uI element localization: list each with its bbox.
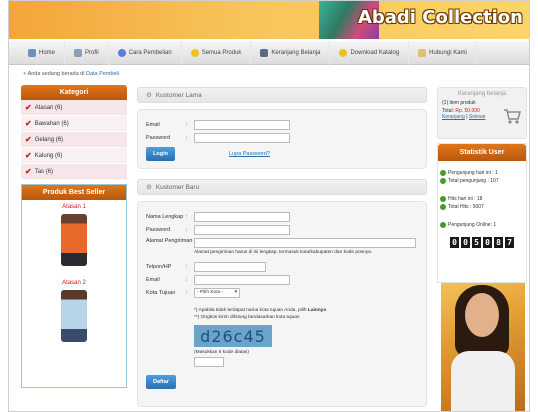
users-icon xyxy=(440,222,446,228)
nav-download-katalog[interactable]: Download Katalog xyxy=(330,40,410,65)
forgot-password-link[interactable]: Lupa Password? xyxy=(229,151,270,157)
category-item[interactable]: ✔ Tas (6) xyxy=(21,164,127,180)
cart-link[interactable]: Keranjang xyxy=(442,114,465,120)
users-icon xyxy=(440,196,446,202)
alamat-label: Alamat Pengiriman xyxy=(146,238,193,244)
checkmark-icon: ✔ xyxy=(25,103,32,112)
checkmark-icon: ✔ xyxy=(25,167,32,176)
help-icon xyxy=(117,48,126,57)
captcha-input[interactable] xyxy=(194,357,224,367)
password-label: Password xyxy=(146,226,171,233)
best-seller-box: Produk Best Seller Atasan 1 Atasan 2 xyxy=(21,184,127,388)
left-sidebar: Kategori ✔ Atasan (6) ✔ Bawahan (6) ✔ Gelan… xyxy=(21,85,127,388)
kategori-header: Kategori xyxy=(21,85,127,100)
checkmark-icon: ✔ xyxy=(25,119,32,128)
right-sidebar: Keranjang belanja (1) item produk Total:… xyxy=(437,87,527,283)
stats-header: Statistik User xyxy=(438,144,526,161)
captcha-image: d26c45 xyxy=(194,325,272,347)
product-name[interactable]: Atasan 2 xyxy=(22,280,126,286)
alamat-input[interactable] xyxy=(194,238,416,248)
visitor-counter: 0 0 5 0 8 7 xyxy=(438,237,526,248)
user-icon: ⚙ xyxy=(146,92,152,99)
best-seller-header: Produk Best Seller xyxy=(22,185,126,200)
chevron-down-icon: ▾ xyxy=(234,290,237,295)
star-icon xyxy=(190,48,199,57)
kustomer-baru-header: ⚙ Kustomer Baru xyxy=(137,179,427,195)
email-label: Email xyxy=(146,276,160,283)
kota-select[interactable]: - Pilih Kota - ▾ xyxy=(194,287,240,298)
users-icon xyxy=(440,170,446,176)
contact-icon xyxy=(418,48,427,57)
captcha-hint: (Masukkan 6 kode diatas) xyxy=(194,350,249,355)
login-panel: Email: Password: Login Lupa Password? xyxy=(137,109,427,169)
shopping-cart-icon xyxy=(504,109,521,124)
register-panel: Nama Lengkap: Password: Alamat Pengirima… xyxy=(137,201,427,407)
kota-label: Kota Tujuan xyxy=(146,289,176,296)
notes: *) Apabila tidak terdapat nama kota tuju… xyxy=(194,308,327,320)
brand-logo: Abadi Collection xyxy=(357,7,523,28)
login-password-input[interactable] xyxy=(194,132,290,143)
email-label: Email xyxy=(146,121,160,128)
product-item[interactable]: Atasan 2 xyxy=(22,276,126,342)
cart-box: Keranjang belanja (1) item produk Total:… xyxy=(437,87,527,139)
bullet-icon: ● xyxy=(23,71,27,77)
product-name[interactable]: Atasan 1 xyxy=(22,204,126,210)
breadcrumb-link[interactable]: Data Pembeli xyxy=(86,71,119,77)
nav-keranjang[interactable]: Keranjang Belanja xyxy=(251,40,331,65)
nav-cara-pembelian[interactable]: Cara Pembelian xyxy=(109,40,182,65)
checkmark-icon: ✔ xyxy=(25,151,32,160)
page: Abadi Collection Home Profil Cara Pembel… xyxy=(8,0,530,412)
binoculars-icon xyxy=(260,48,269,57)
product-item[interactable]: Atasan 1 xyxy=(22,200,126,266)
home-icon xyxy=(28,48,36,57)
breadcrumb: ● Anda sedang berada di Data Pembeli xyxy=(23,71,120,77)
user-icon: ⚙ xyxy=(146,184,152,191)
checkout-link[interactable]: Selesai xyxy=(469,114,485,120)
model-photo xyxy=(441,283,525,411)
header-banner: Abadi Collection xyxy=(9,1,529,39)
users-icon xyxy=(440,178,446,184)
product-image[interactable] xyxy=(61,214,87,266)
main-content: ⚙ Kustomer Lama Email: Password: Login L… xyxy=(137,87,427,407)
nav-semua-produk[interactable]: Semua Produk xyxy=(182,40,252,65)
nama-input[interactable] xyxy=(194,211,290,222)
users-icon xyxy=(440,204,446,210)
main-nav: Home Profil Cara Pembelian Semua Produk … xyxy=(9,40,529,65)
register-email-input[interactable] xyxy=(194,274,290,285)
daftar-button[interactable]: Daftar xyxy=(146,375,176,389)
telpon-label: Telpon/HP xyxy=(146,263,172,270)
nav-home[interactable]: Home xyxy=(19,40,66,65)
category-item[interactable]: ✔ Kalung (6) xyxy=(21,148,127,164)
profile-icon xyxy=(74,48,83,57)
category-list: ✔ Atasan (6) ✔ Bawahan (6) ✔ Gelang (6) ✔ Ka… xyxy=(21,100,127,180)
nav-profil[interactable]: Profil xyxy=(65,40,109,65)
stats-box: Statistik User Pengunjung hari ini : 1 T… xyxy=(437,143,527,283)
register-password-input[interactable] xyxy=(194,224,290,235)
product-image[interactable] xyxy=(61,290,87,342)
password-label: Password xyxy=(146,134,171,141)
login-button[interactable]: Login xyxy=(146,147,175,161)
star-icon xyxy=(339,48,348,57)
cart-title: Keranjang belanja xyxy=(457,91,507,97)
category-item[interactable]: ✔ Gelang (6) xyxy=(21,132,127,148)
alamat-hint: Alamat pengiriman harus di isi lengkap, … xyxy=(194,250,373,255)
telpon-input[interactable] xyxy=(194,261,266,272)
nama-label: Nama Lengkap xyxy=(146,213,184,220)
category-item[interactable]: ✔ Bawahan (6) xyxy=(21,116,127,132)
login-email-input[interactable] xyxy=(194,119,290,130)
kustomer-lama-header: ⚙ Kustomer Lama xyxy=(137,87,427,103)
nav-hubungi-kami[interactable]: Hubungi Kami xyxy=(409,40,477,65)
category-item[interactable]: ✔ Atasan (6) xyxy=(21,100,127,116)
checkmark-icon: ✔ xyxy=(25,135,32,144)
